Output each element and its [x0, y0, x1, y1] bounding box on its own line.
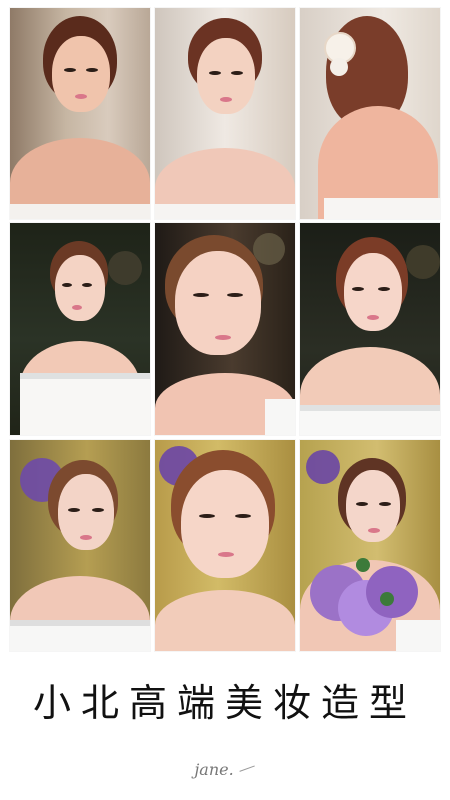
photo-3 — [300, 8, 440, 219]
photo-grid — [0, 0, 450, 655]
studio-caption: 小北高端美妆造型 — [32, 681, 417, 725]
photo-9 — [300, 440, 440, 651]
photo-4 — [10, 223, 150, 435]
photo-6 — [300, 223, 440, 435]
feather-icon — [239, 764, 257, 777]
signature: jane. — [0, 760, 450, 779]
photo-8 — [155, 440, 295, 651]
photo-7 — [10, 440, 150, 651]
photo-5 — [155, 223, 295, 435]
signature-text: jane. — [194, 760, 234, 779]
photo-2 — [155, 8, 295, 219]
photo-1 — [10, 8, 150, 219]
